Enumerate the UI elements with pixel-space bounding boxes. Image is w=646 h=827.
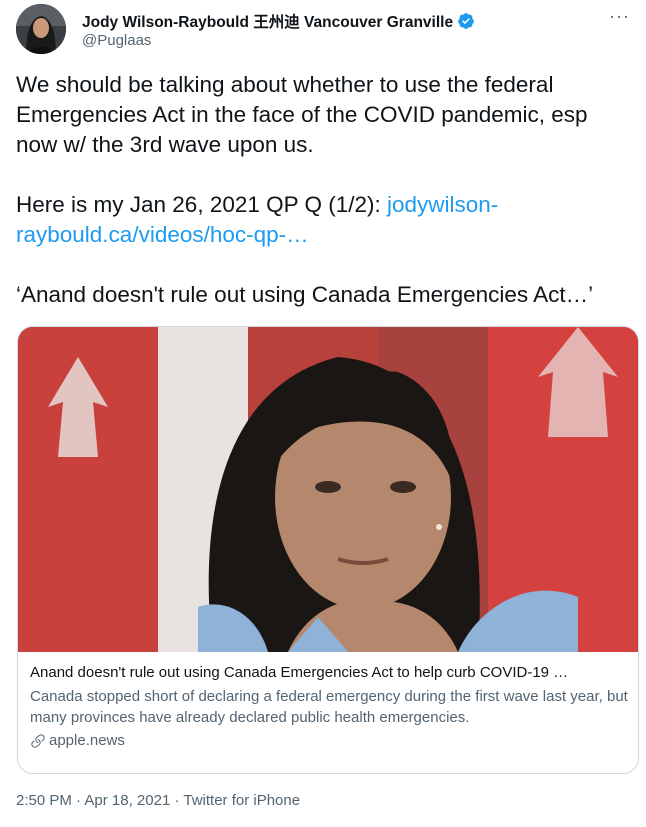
tweet-source[interactable]: Twitter for iPhone (183, 792, 300, 809)
link-icon (31, 734, 45, 748)
tweet-line1: We should be talking about whether to us… (16, 72, 588, 157)
card-image (18, 327, 638, 652)
tweet-text: We should be talking about whether to us… (16, 70, 628, 310)
avatar-image (16, 4, 66, 54)
more-options-icon[interactable]: ··· (609, 6, 630, 27)
card-body: Anand doesn't rule out using Canada Emer… (30, 663, 628, 751)
meta-separator: · (71, 792, 85, 809)
link-card[interactable]: Anand doesn't rule out using Canada Emer… (17, 326, 639, 774)
tweet-quote: ‘Anand doesn't rule out using Canada Eme… (16, 282, 594, 307)
card-description: Canada stopped short of declaring a fede… (30, 688, 628, 726)
verified-badge-icon (458, 13, 474, 29)
display-name[interactable]: Jody Wilson-Raybould 王州迪 Vancouver Granv… (82, 10, 453, 32)
card-title: Anand doesn't rule out using Canada Emer… (30, 664, 569, 681)
tweet-date[interactable]: Apr 18, 2021 (84, 792, 170, 809)
tweet-time[interactable]: 2:50 PM (16, 792, 72, 809)
avatar[interactable] (16, 4, 66, 54)
tweet-header: Jody Wilson-Raybould 王州迪 Vancouver Granv… (16, 4, 638, 60)
handle[interactable]: @Puglaas (82, 32, 151, 49)
name-row: Jody Wilson-Raybould 王州迪 Vancouver Granv… (82, 10, 475, 32)
meta-separator: · (170, 792, 184, 809)
card-domain: apple.news (49, 732, 125, 749)
tweet-line2-prefix: Here is my Jan 26, 2021 QP Q (1/2): (16, 192, 387, 217)
tweet-meta: 2:50 PM · Apr 18, 2021 · Twitter for iPh… (16, 792, 300, 809)
card-domain-row: apple.news (30, 731, 628, 751)
